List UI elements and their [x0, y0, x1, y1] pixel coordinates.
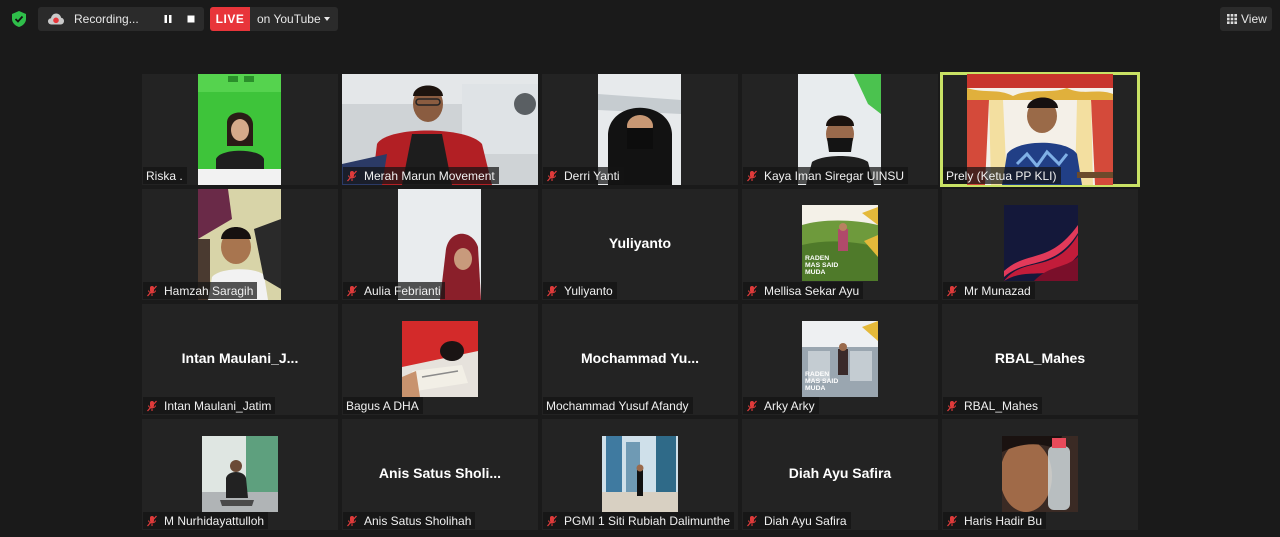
- muted-microphone-icon: [547, 285, 557, 296]
- participant-name: Prely (Ketua PP KLI): [946, 168, 1057, 183]
- participant-tile[interactable]: PGMI 1 Siti Rubiah Dalimunthe: [542, 419, 738, 530]
- participant-name: Aulia Febrianti: [364, 283, 441, 298]
- participant-tile-active-speaker[interactable]: Prely (Ketua PP KLI): [940, 72, 1140, 187]
- muted-microphone-icon: [147, 285, 157, 296]
- participant-tile[interactable]: Derri Yanti: [542, 74, 738, 185]
- svg-text:RADEN: RADEN: [805, 371, 829, 378]
- participant-display-name: RBAL_Mahes: [994, 350, 1086, 366]
- gallery-grid: Riska . Merah Marun Movement Derri Yanti…: [0, 0, 1280, 537]
- svg-text:RADEN: RADEN: [805, 255, 829, 262]
- muted-microphone-icon: [747, 400, 757, 411]
- muted-microphone-icon: [547, 515, 557, 526]
- participant-name-label: Mr Munazad: [943, 282, 1035, 299]
- participant-video: RADEN MAS SAID MUDA: [802, 205, 878, 281]
- participant-tile[interactable]: Yuliyanto Yuliyanto: [542, 189, 738, 300]
- participant-name-label: Arky Arky: [743, 397, 819, 414]
- participant-display-name: Intan Maulani_J...: [181, 350, 299, 366]
- participant-name-label: Mellisa Sekar Ayu: [743, 282, 864, 299]
- participant-name: Arky Arky: [764, 398, 815, 413]
- participant-name: Derri Yanti: [564, 168, 620, 183]
- muted-microphone-icon: [947, 400, 957, 411]
- svg-text:MAS SAID: MAS SAID: [805, 378, 838, 385]
- participant-display-name: Anis Satus Sholi...: [378, 465, 502, 481]
- participant-name: Yuliyanto: [564, 283, 613, 298]
- participant-display-name: Yuliyanto: [608, 235, 672, 251]
- participant-tile[interactable]: Mr Munazad: [942, 189, 1138, 300]
- participant-name-label: Aulia Febrianti: [343, 282, 445, 299]
- participant-name: Hamzah Saragih: [164, 283, 254, 298]
- svg-text:MUDA: MUDA: [805, 269, 825, 276]
- participant-tile[interactable]: Anis Satus Sholi... Anis Satus Sholihah: [342, 419, 538, 530]
- participant-name-label: Yuliyanto: [543, 282, 617, 299]
- svg-text:MAS SAID: MAS SAID: [805, 262, 838, 269]
- participant-name-label: Haris Hadir Bu: [943, 512, 1047, 529]
- participant-name-label: Mochammad Yusuf Afandy: [543, 397, 693, 414]
- participant-tile[interactable]: Mochammad Yu... Mochammad Yusuf Afandy: [542, 304, 738, 415]
- muted-microphone-icon: [747, 170, 757, 181]
- participant-video: [1004, 205, 1078, 281]
- participant-display-name: Mochammad Yu...: [581, 350, 699, 366]
- muted-microphone-icon: [347, 515, 357, 526]
- participant-name: Bagus A DHA: [346, 398, 419, 413]
- participant-name: Anis Satus Sholihah: [364, 513, 472, 528]
- participant-name: Mochammad Yusuf Afandy: [546, 398, 689, 413]
- participant-tile[interactable]: Merah Marun Movement: [342, 74, 538, 185]
- participant-tile[interactable]: RADEN MAS SAID MUDA Arky Arky: [742, 304, 938, 415]
- participant-tile[interactable]: Hamzah Saragih: [142, 189, 338, 300]
- participant-video: [198, 74, 281, 185]
- participant-tile[interactable]: Intan Maulani_J... Intan Maulani_Jatim: [142, 304, 338, 415]
- participant-tile[interactable]: Diah Ayu Safira Diah Ayu Safira: [742, 419, 938, 530]
- participant-name-label: Hamzah Saragih: [143, 282, 258, 299]
- participant-tile[interactable]: Aulia Febrianti: [342, 189, 538, 300]
- participant-name: Mr Munazad: [964, 283, 1031, 298]
- muted-microphone-icon: [747, 285, 757, 296]
- participant-tile[interactable]: RBAL_Mahes RBAL_Mahes: [942, 304, 1138, 415]
- svg-text:MUDA: MUDA: [805, 385, 825, 392]
- participant-tile[interactable]: Haris Hadir Bu: [942, 419, 1138, 530]
- participant-name-label: Merah Marun Movement: [343, 167, 499, 184]
- participant-name: Haris Hadir Bu: [964, 513, 1043, 528]
- participant-name-label: RBAL_Mahes: [943, 397, 1043, 414]
- participant-name: PGMI 1 Siti Rubiah Dalimunthe: [564, 513, 731, 528]
- participant-video: RADEN MAS SAID MUDA: [802, 321, 878, 397]
- muted-microphone-icon: [147, 400, 157, 411]
- participant-name-label: Intan Maulani_Jatim: [143, 397, 276, 414]
- participant-video: [402, 321, 478, 397]
- participant-name-label: PGMI 1 Siti Rubiah Dalimunthe: [543, 512, 735, 529]
- muted-microphone-icon: [947, 515, 957, 526]
- muted-microphone-icon: [347, 170, 357, 181]
- participant-tile[interactable]: Riska .: [142, 74, 338, 185]
- participant-name: RBAL_Mahes: [964, 398, 1039, 413]
- participant-name: Intan Maulani_Jatim: [164, 398, 272, 413]
- muted-microphone-icon: [547, 170, 557, 181]
- muted-microphone-icon: [147, 515, 157, 526]
- participant-name-label: Kaya Iman Siregar UINSU: [743, 167, 909, 184]
- participant-name: Kaya Iman Siregar UINSU: [764, 168, 905, 183]
- participant-video: [202, 436, 278, 512]
- participant-name: M Nurhidayattulloh: [164, 513, 265, 528]
- participant-name-label: Anis Satus Sholihah: [343, 512, 476, 529]
- participant-video: [1002, 436, 1078, 512]
- participant-tile[interactable]: RADEN MAS SAID MUDA Mellisa Sekar Ayu: [742, 189, 938, 300]
- participant-display-name: Diah Ayu Safira: [788, 465, 892, 481]
- participant-name: Riska .: [146, 168, 183, 183]
- participant-name-label: M Nurhidayattulloh: [143, 512, 269, 529]
- participant-tile[interactable]: Kaya Iman Siregar UINSU: [742, 74, 938, 185]
- muted-microphone-icon: [747, 515, 757, 526]
- participant-name-label: Riska .: [143, 167, 187, 184]
- participant-name: Mellisa Sekar Ayu: [764, 283, 860, 298]
- muted-microphone-icon: [347, 285, 357, 296]
- participant-name-label: Bagus A DHA: [343, 397, 423, 414]
- muted-microphone-icon: [947, 285, 957, 296]
- participant-name-label: Derri Yanti: [543, 167, 624, 184]
- participant-tile[interactable]: M Nurhidayattulloh: [142, 419, 338, 530]
- participant-name-label: Diah Ayu Safira: [743, 512, 851, 529]
- participant-name: Diah Ayu Safira: [764, 513, 847, 528]
- participant-name-label: Prely (Ketua PP KLI): [943, 167, 1061, 184]
- participant-tile[interactable]: Bagus A DHA: [342, 304, 538, 415]
- participant-name: Merah Marun Movement: [364, 168, 495, 183]
- participant-video: [602, 436, 678, 512]
